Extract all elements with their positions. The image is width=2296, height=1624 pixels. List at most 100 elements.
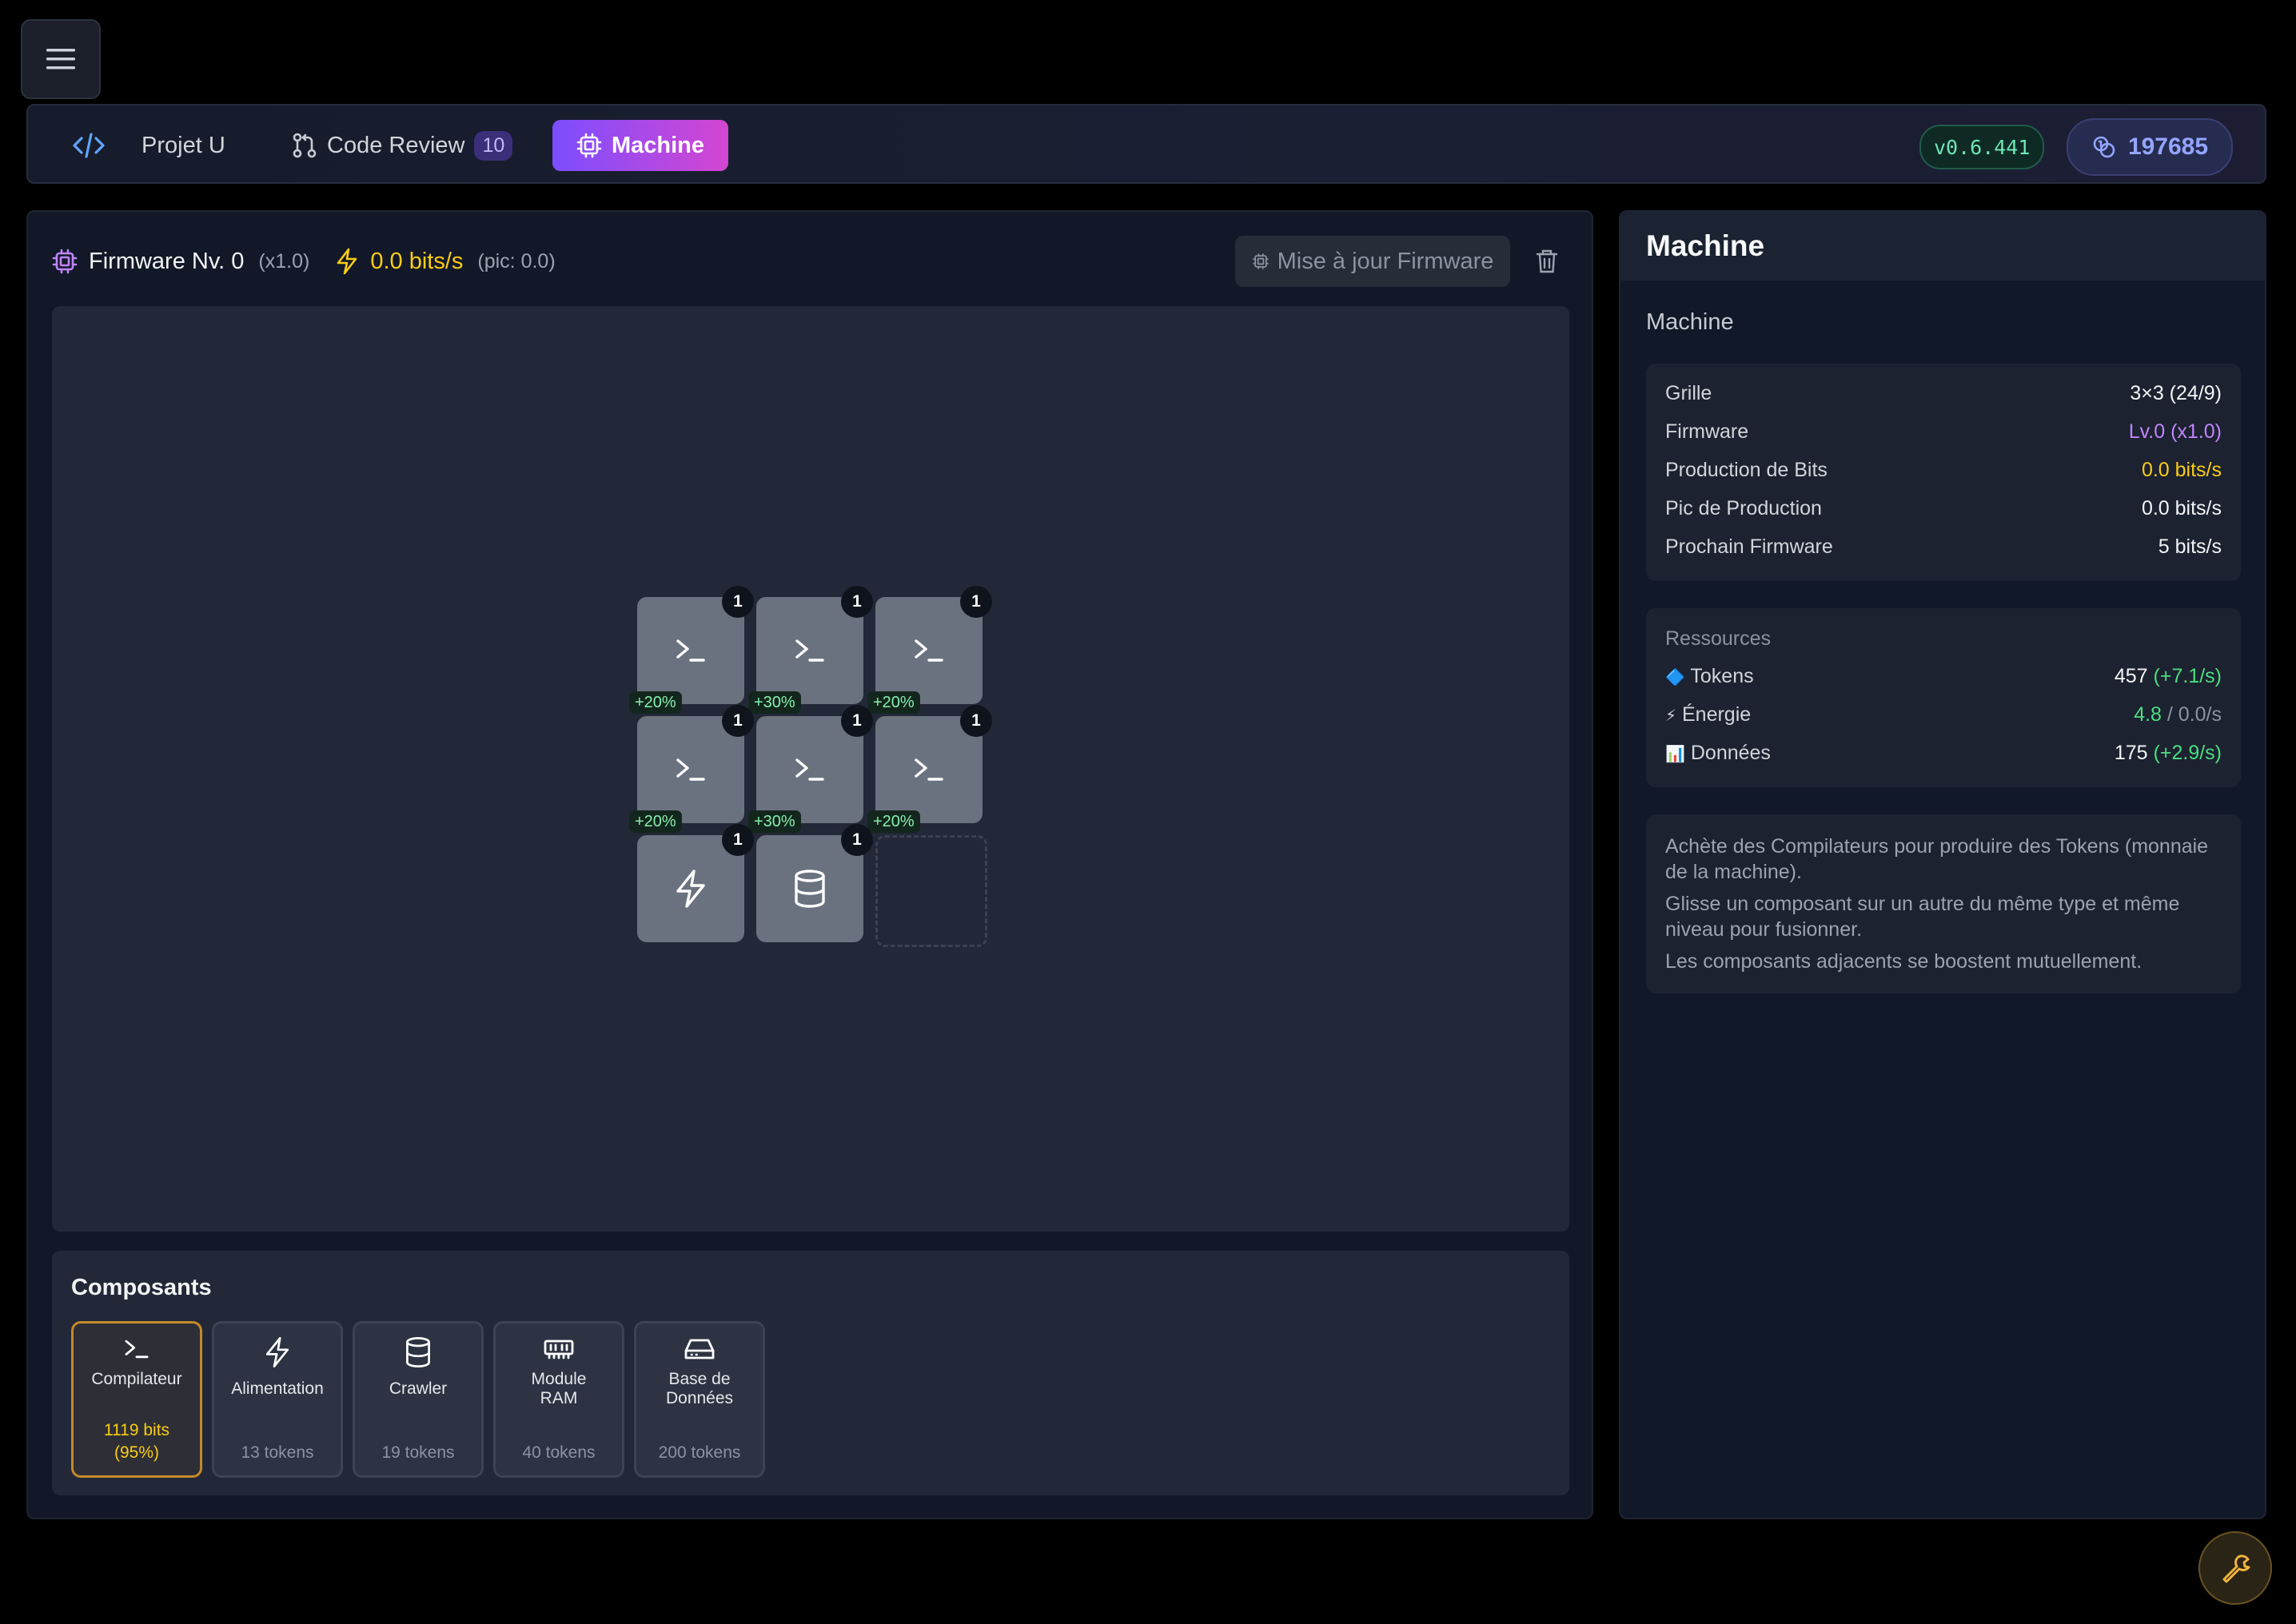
tab-code-review[interactable]: Code Review 10 — [292, 120, 513, 171]
component-price: 200 tokens — [658, 1443, 741, 1462]
help-text: Achète des Compilateurs pour produire de… — [1665, 835, 2209, 883]
trash-icon — [1536, 249, 1558, 274]
tab-machine[interactable]: Machine — [552, 120, 728, 171]
trash-button[interactable] — [1533, 247, 1561, 276]
component-card-ram[interactable]: Module RAM 40 tokens — [493, 1321, 624, 1478]
resource-value: 175 — [2114, 741, 2148, 764]
cell-level-badge: 1 — [722, 586, 754, 618]
tab-project[interactable]: Projet U — [142, 120, 225, 171]
energy-icon: ⚡ — [1665, 707, 1677, 725]
cell-level-badge: 1 — [960, 705, 992, 737]
terminal-icon — [911, 755, 947, 784]
wrench-icon — [2219, 1552, 2251, 1584]
hard-drive-icon — [684, 1336, 716, 1362]
stat-label: Pic de Production — [1665, 496, 1822, 519]
database-icon — [404, 1336, 432, 1368]
diamond-icon: 🔷 — [1665, 668, 1685, 687]
stat-row: Pic de Production 0.0 bits/s — [1665, 496, 2222, 520]
component-price: 19 tokens — [381, 1443, 455, 1462]
component-name: Crawler — [389, 1379, 448, 1398]
component-name: Alimentation — [231, 1379, 324, 1398]
component-card-database[interactable]: Base de Données 200 tokens — [634, 1321, 765, 1478]
tab-machine-label: Machine — [611, 132, 705, 158]
cpu-icon — [1252, 253, 1278, 270]
resource-label: Tokens — [1690, 664, 1754, 687]
stat-value: Lv.0 (x1.0) — [2128, 420, 2222, 443]
bolt-icon — [335, 248, 359, 275]
components-palette: Composants Compilateur 1119 bits (95%) A… — [52, 1251, 1569, 1495]
resource-delta: / 0.0/s — [2166, 703, 2222, 726]
grid-cell-compiler[interactable]: 1 +20% — [629, 705, 754, 833]
tab-code-review-label: Code Review — [327, 132, 465, 158]
component-price: 1119 bits (95%) — [103, 1421, 170, 1462]
cell-level-badge: 1 — [841, 586, 873, 618]
component-price: 40 tokens — [522, 1443, 596, 1462]
grid-cell-compiler[interactable]: 1 +20% — [629, 586, 754, 714]
machine-info-panel: Machine Machine Grille 3×3 (24/9) Firmwa… — [1619, 210, 2266, 1519]
help-box: Achète des Compilateurs pour produire de… — [1646, 814, 2241, 993]
database-icon — [792, 869, 827, 909]
terminal-icon — [792, 636, 827, 665]
resource-delta: (+7.1/s) — [2153, 664, 2222, 687]
home-code-button[interactable] — [65, 120, 113, 171]
cell-level-badge: 1 — [841, 824, 873, 856]
stats-box: Grille 3×3 (24/9) Firmware Lv.0 (x1.0) P… — [1646, 364, 2241, 581]
components-title: Composants — [71, 1275, 212, 1300]
side-panel-header: Machine — [1620, 212, 2265, 281]
help-text: Les composants adjacents se boostent mut… — [1665, 950, 2143, 973]
firmware-upgrade-button[interactable]: Mise à jour Firmware — [1235, 236, 1510, 287]
cell-boost-badge: +20% — [629, 810, 682, 833]
resource-label: Données — [1690, 741, 1771, 764]
stat-label: Firmware — [1665, 420, 1749, 443]
cell-level-badge: 1 — [841, 705, 873, 737]
cell-boost-badge: +30% — [748, 810, 801, 833]
resource-value: 457 — [2114, 664, 2148, 687]
git-pull-request-icon — [292, 132, 317, 159]
version-badge: v0.6.441 — [1919, 125, 2045, 169]
grid-cell-power[interactable]: 1 — [637, 824, 754, 942]
component-card-power[interactable]: Alimentation 13 tokens — [212, 1321, 343, 1478]
resources-box: Ressources 🔷 Tokens 457 (+7.1/s) ⚡ Énerg… — [1646, 608, 2241, 787]
firmware-title: Firmware Nv. 0 — [89, 248, 245, 274]
component-card-compiler[interactable]: Compilateur 1119 bits (95%) — [71, 1321, 202, 1478]
cell-boost-badge: +20% — [867, 691, 920, 714]
grid-cell-compiler[interactable]: 1 +30% — [748, 586, 873, 714]
resource-value: 4.8 — [2134, 703, 2162, 726]
stat-row: Production de Bits 0.0 bits/s — [1665, 458, 2222, 482]
hamburger-icon — [45, 46, 77, 72]
terminal-icon — [673, 755, 708, 784]
grid-cell-compiler[interactable]: 1 +20% — [867, 705, 992, 833]
grid-cell-database[interactable]: 1 — [756, 824, 873, 942]
menu-button[interactable] — [21, 19, 101, 99]
terminal-icon — [122, 1336, 151, 1362]
tools-button[interactable] — [2198, 1531, 2272, 1605]
grid-cell-empty[interactable] — [875, 835, 987, 947]
terminal-icon — [792, 755, 827, 784]
stat-label: Production de Bits — [1665, 458, 1828, 481]
side-panel-title: Machine — [1646, 229, 1765, 262]
firmware-header: Firmware Nv. 0 (x1.0) 0.0 bits/s (pic: 0… — [52, 236, 556, 287]
stat-value: 0.0 bits/s — [2141, 496, 2222, 519]
side-panel-subtitle: Machine — [1646, 309, 1734, 335]
cell-level-badge: 1 — [722, 824, 754, 856]
component-name: Module RAM — [531, 1370, 587, 1407]
help-text: Glisse un composant sur un autre du même… — [1665, 893, 2180, 941]
memory-icon — [543, 1336, 575, 1362]
stat-row: Grille 3×3 (24/9) — [1665, 381, 2222, 405]
grid-cell-compiler[interactable]: 1 +30% — [748, 705, 873, 833]
resource-row: ⚡ Énergie 4.8 / 0.0/s — [1665, 703, 2222, 726]
firmware-multiplier: (x1.0) — [258, 249, 310, 273]
cell-boost-badge: +20% — [629, 691, 682, 714]
resource-delta: (+2.9/s) — [2153, 741, 2222, 764]
resources-label: Ressources — [1665, 627, 1771, 650]
token-balance-button[interactable]: 197685 — [2067, 118, 2233, 176]
stat-label: Prochain Firmware — [1665, 535, 1833, 558]
peak-rate: (pic: 0.0) — [477, 249, 556, 273]
component-card-crawler[interactable]: Crawler 19 tokens — [353, 1321, 484, 1478]
bolt-icon — [673, 869, 708, 909]
bit-rate: 0.0 bits/s — [370, 248, 464, 274]
grid-cell-compiler[interactable]: 1 +20% — [867, 586, 992, 714]
resource-row: 📊 Données 175 (+2.9/s) — [1665, 741, 2222, 765]
chart-icon: 📊 — [1665, 745, 1685, 763]
cell-boost-badge: +20% — [867, 810, 920, 833]
